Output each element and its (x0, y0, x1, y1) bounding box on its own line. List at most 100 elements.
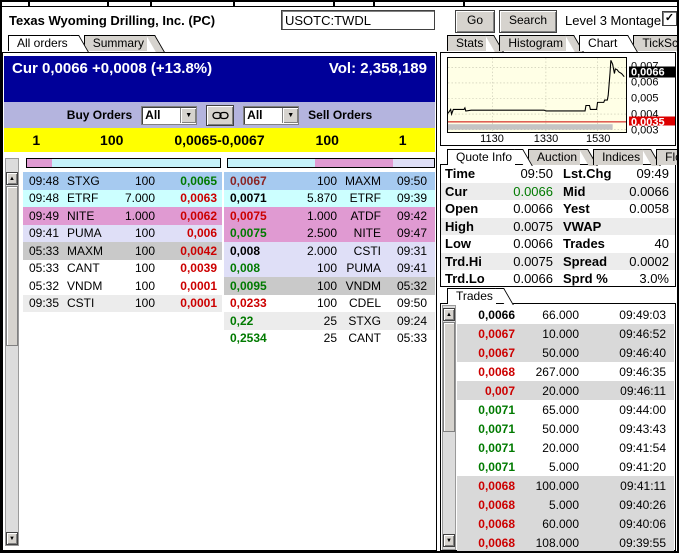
analysis-tab[interactable]: Chart (579, 35, 621, 51)
scroll-up-icon[interactable]: ▲ (6, 172, 18, 185)
quote-tab[interactable]: Auction (528, 149, 581, 165)
bid-time: 09:48 (29, 191, 60, 206)
bid-row[interactable]: 05:33 MAXM 100 0,0042 (23, 242, 222, 260)
trade-time: 09:46:35 (619, 364, 666, 379)
trades-scrollbar[interactable]: ▲ ▼ (442, 305, 456, 550)
ask-market-maker: STXG (348, 313, 381, 328)
ask-row[interactable]: 0,0075 2.500 NITE 09:47 (224, 224, 435, 242)
montage-scrollbar[interactable]: ▲ ▼ (5, 158, 19, 546)
scrollbar-thumb[interactable] (6, 186, 18, 346)
depth-segment (392, 159, 434, 167)
bid-price: 0,0065 (180, 173, 217, 188)
sell-filter-dropdown[interactable]: All ▼ (243, 105, 300, 125)
sell-orders-label: Sell Orders (308, 108, 373, 122)
quote-tab[interactable]: Flow (656, 149, 679, 165)
buy-filter-dropdown[interactable]: All ▼ (141, 105, 198, 125)
quote-label: Spread (563, 253, 608, 269)
tab-label: Histogram (508, 36, 564, 50)
quote-label: High (445, 218, 474, 234)
y-tick-label: 0,006 (629, 77, 675, 89)
tab-remnant-tick (463, 0, 465, 6)
scroll-up-icon[interactable]: ▲ (443, 308, 455, 321)
scroll-down-icon[interactable]: ▼ (443, 534, 455, 547)
trade-size: 108.000 (535, 535, 579, 550)
bid-market-maker: MAXM (67, 243, 103, 258)
trade-price: 0,0067 (478, 345, 515, 360)
go-button[interactable]: Go (455, 10, 495, 33)
analysis-tab[interactable]: Histogram (499, 35, 567, 51)
ask-size: 5.870 (306, 191, 337, 206)
ask-row[interactable]: 0,0075 1.000 ATDF 09:42 (224, 207, 435, 225)
bid-time: 05:33 (29, 243, 60, 258)
quote-tab[interactable]: Indices (593, 149, 644, 165)
bid-market-maker: PUMA (67, 226, 102, 241)
volume-readout: Vol: 2,358,189 (328, 60, 427, 77)
search-button[interactable]: Search (499, 10, 557, 33)
bid-row[interactable]: 09:41 PUMA 100 0,006 (23, 224, 222, 242)
ask-row[interactable]: 0,0233 100 CDEL 09:50 (224, 294, 435, 312)
trade-price: 0,0066 (478, 307, 515, 322)
trade-size: 66.000 (542, 307, 579, 322)
bid-price: 0,0062 (180, 208, 217, 223)
ask-price: 0,0095 (230, 278, 267, 293)
bid-row[interactable]: 05:32 VNDM 100 0,0001 (23, 277, 222, 295)
ask-price: 0,0075 (230, 226, 267, 241)
ask-market-maker: NITE (353, 226, 381, 241)
bid-price: 0,0001 (180, 278, 217, 293)
trade-size: 50.000 (542, 421, 579, 436)
trade-time: 09:46:40 (619, 345, 666, 360)
scrollbar-thumb[interactable] (443, 322, 455, 432)
ask-row[interactable]: 0,2534 25 CANT 05:33 (224, 329, 435, 347)
quote-tab[interactable]: Quote Info (447, 149, 516, 165)
inside-spread: 0,0065-0,0067 (174, 132, 265, 148)
bid-size: 100 (134, 296, 155, 311)
chevron-down-icon[interactable]: ▼ (180, 107, 197, 123)
symbol-input[interactable] (281, 10, 435, 30)
trade-row: 0,0068 60.000 09:40:06 (457, 514, 674, 533)
bid-row[interactable]: 09:48 ETRF 7.000 0,0063 (23, 189, 222, 207)
orders-tab[interactable]: Summary (83, 35, 148, 51)
chevron-down-icon[interactable]: ▼ (282, 107, 299, 123)
ask-time: 09:50 (396, 173, 427, 188)
orders-tab[interactable]: All orders (8, 35, 71, 51)
scroll-down-icon[interactable]: ▼ (6, 532, 18, 545)
trade-row: 0,0071 5.000 09:41:20 (457, 457, 674, 476)
ask-row[interactable]: 0,0095 100 VNDM 05:32 (224, 277, 435, 295)
trades-tab[interactable]: Trades (447, 288, 496, 304)
quote-info-row: Low 0.0066 Trades 40 (441, 235, 675, 253)
ask-price: 0,0067 (230, 173, 267, 188)
ask-size: 100 (316, 173, 337, 188)
tab-label: Chart (588, 36, 618, 50)
quote-value: 0.0075 (513, 218, 553, 234)
chart-x-axis: 1130 1330 1530 (447, 133, 627, 146)
bid-row[interactable]: 09:48 STXG 100 0,0065 (23, 172, 222, 190)
ask-row[interactable]: 0,008 100 PUMA 09:41 (224, 259, 435, 277)
trade-price: 0,0068 (478, 478, 515, 493)
quote-value: 40 (654, 236, 669, 252)
bid-row[interactable]: 05:33 CANT 100 0,0039 (23, 259, 222, 277)
bid-row[interactable]: 09:35 CSTI 100 0,0001 (23, 294, 222, 312)
ask-row[interactable]: 0,008 2.000 CSTI 09:31 (224, 242, 435, 260)
quote-label: Sprd % (563, 271, 608, 287)
quote-value: 0.0066 (629, 183, 669, 199)
ask-row[interactable]: 0,0067 100 MAXM 09:50 (224, 172, 435, 190)
ask-time: 09:50 (396, 296, 427, 311)
trade-size: 60.000 (542, 516, 579, 531)
trade-row: 0,0071 65.000 09:44:00 (457, 400, 674, 419)
analysis-tab[interactable]: TickScope (633, 35, 679, 51)
level3-montage-checkbox[interactable]: ✓ (662, 11, 677, 26)
trade-time: 09:40:06 (619, 516, 666, 531)
ask-row[interactable]: 0,22 25 STXG 09:24 (224, 312, 435, 330)
analysis-tab[interactable]: Stats (447, 35, 487, 51)
bid-price: 0,0063 (180, 191, 217, 206)
quote-label: Yest (563, 201, 590, 217)
trade-size: 5.000 (548, 497, 579, 512)
bid-price: 0,006 (186, 226, 217, 241)
depth-segment (228, 159, 315, 167)
quote-label: Time (445, 166, 476, 182)
trade-row: 0,0068 5.000 09:40:26 (457, 495, 674, 514)
tab-label: Auction (537, 150, 578, 164)
bid-row[interactable]: 09:49 NITE 1.000 0,0062 (23, 207, 222, 225)
link-filters-button[interactable] (206, 104, 235, 126)
ask-row[interactable]: 0,0071 5.870 ETRF 09:39 (224, 189, 435, 207)
